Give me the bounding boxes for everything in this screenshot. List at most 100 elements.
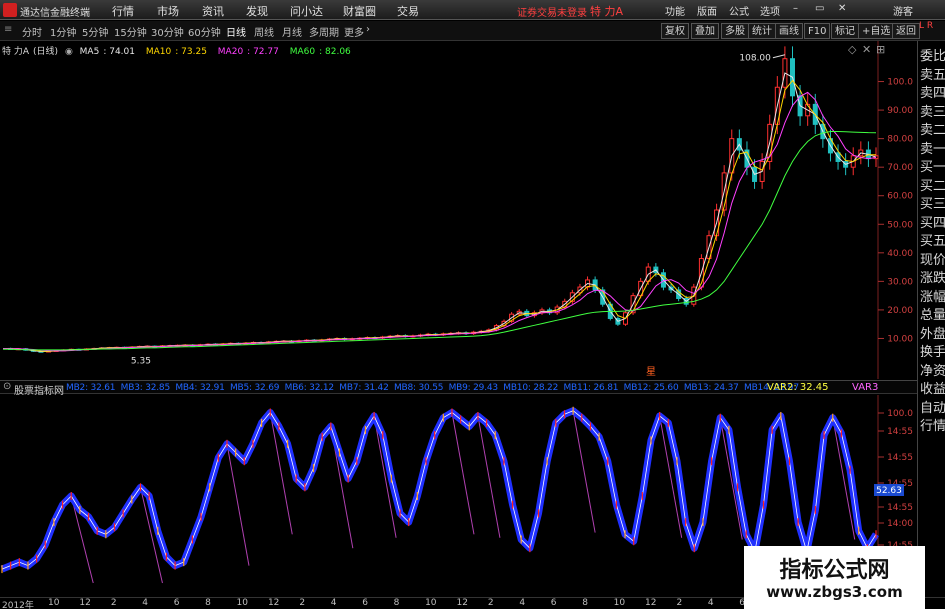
ma60-label: MA60: 82.06 <box>289 47 351 57</box>
ma5-label: MA5: 74.01 <box>79 47 135 57</box>
month-tick-label: 6 <box>362 598 368 608</box>
tab-1min[interactable]: 1分钟 <box>50 24 76 39</box>
quote-field-10: 买五 <box>920 234 945 249</box>
indicator-toggle-icon[interactable]: ⊙ <box>3 381 11 392</box>
indicator-tick-label: 14:55 <box>887 503 913 513</box>
high-price-label: 108.00 <box>739 54 771 64</box>
draw-line-button[interactable]: 画线 <box>775 23 803 39</box>
overlay-button[interactable]: 叠加 <box>691 23 719 39</box>
restore-icon[interactable]: ▭ <box>815 3 824 14</box>
menu-trade[interactable]: 交易 <box>397 3 419 19</box>
indicator-header: ⊙ 股票指标网 MB2: 32.61 MB3: 32.85 MB4: 32.91… <box>0 380 945 397</box>
tab-60min[interactable]: 60分钟 <box>188 24 221 39</box>
trade-login-status[interactable]: 证券交易未登录 <box>517 4 587 19</box>
ma10-line <box>2 79 876 352</box>
tab-weekly[interactable]: 周线 <box>254 24 274 39</box>
tab-intraday[interactable]: 分时 <box>22 24 42 39</box>
quote-field-20[interactable]: 行情 <box>920 415 945 434</box>
menu-discover[interactable]: 发现 <box>246 3 268 19</box>
current-value-label: 52.63 <box>876 486 902 496</box>
guest-label[interactable]: 游客 <box>893 3 913 18</box>
ma20-line <box>2 91 877 352</box>
tab-daily[interactable]: 日线 <box>226 24 246 39</box>
quote-field-15: 外盘 <box>920 326 945 342</box>
menu-layout[interactable]: 版面 <box>697 3 717 18</box>
current-stock-title: 特 力A <box>590 5 624 18</box>
month-tick-label: 8 <box>582 598 588 608</box>
stock-label: 特 力A <box>2 47 30 57</box>
month-tick-label: 12 <box>645 598 657 608</box>
menu-options[interactable]: 选项 <box>760 3 780 18</box>
quote-field-3: 卖三 <box>920 104 945 120</box>
menu-formula[interactable]: 公式 <box>729 3 749 18</box>
price-tick-label: 100.0 <box>887 78 913 88</box>
month-tick-label: 4 <box>330 598 337 608</box>
tab-monthly[interactable]: 月线 <box>282 24 302 39</box>
tab-multi-period[interactable]: 多周期 <box>309 24 339 39</box>
statistics-button[interactable]: 统计 <box>748 23 776 39</box>
watermark-url: www.zbgs3.com <box>766 583 903 601</box>
month-tick-label: 6 <box>550 598 557 608</box>
watermark-title: 指标公式网 <box>779 558 890 583</box>
quote-field-1: 卖五 <box>920 67 945 83</box>
adjust-button[interactable]: 复权 <box>661 23 689 39</box>
menu-ask[interactable]: 问小达 <box>290 3 323 19</box>
f10-button[interactable]: F10 <box>804 23 831 39</box>
event-marker[interactable]: 星 <box>646 366 656 378</box>
app-name: 通达信金融终端 <box>20 8 90 19</box>
price-tick-label: 80.00 <box>887 135 913 145</box>
quote-field-19[interactable]: 自动 <box>920 397 945 416</box>
menu-quotes[interactable]: 行情 <box>112 3 134 19</box>
quote-field-18: 收益 <box>920 382 945 397</box>
tab-15min[interactable]: 15分钟 <box>114 24 147 39</box>
price-tick-label: 20.00 <box>887 306 913 316</box>
settings-icon[interactable]: ◇ <box>848 43 856 56</box>
ma-legend: 特 力A (日线) ◉ MA5: 74.01 MA10: 73.25 MA20: … <box>2 44 359 57</box>
indicator-spike <box>451 412 475 535</box>
quote-field-0: 委比 <box>920 49 945 64</box>
high-pointer <box>772 54 786 59</box>
minimize-icon[interactable]: – <box>793 3 798 14</box>
toolbar-toggle-icon[interactable]: ≡ <box>4 24 12 35</box>
tab-more[interactable]: 更多 <box>344 24 364 39</box>
back-button[interactable]: 返回 <box>892 23 920 39</box>
menu-wealth-circle[interactable]: 财富圈 <box>343 3 376 19</box>
quote-field-4: 卖二 <box>920 123 945 138</box>
ma-toggle-icon[interactable]: ◉ <box>65 47 73 57</box>
multi-stock-button[interactable]: 多股 <box>721 23 749 39</box>
more-chevron-icon[interactable]: › <box>366 24 370 35</box>
menu-market[interactable]: 市场 <box>157 3 179 19</box>
month-tick-label: 8 <box>393 598 400 608</box>
year-label: 2012年 <box>2 601 34 609</box>
month-tick-label: 4 <box>519 598 526 608</box>
menu-function[interactable]: 功能 <box>665 3 685 18</box>
tab-5min[interactable]: 5分钟 <box>82 24 108 39</box>
indicator-tick-label: 14:55 <box>887 453 913 463</box>
price-tick-label: 30.00 <box>887 277 913 287</box>
quote-field-9: 买四 <box>920 215 945 231</box>
tab-30min[interactable]: 30分钟 <box>151 24 184 39</box>
quote-field-14: 总量 <box>920 308 945 323</box>
month-tick-label: 4 <box>707 598 714 608</box>
quote-field-6: 买一 <box>920 160 945 175</box>
price-tick-label: 50.00 <box>887 220 913 230</box>
rcol-top-labels: L R <box>919 21 934 31</box>
price-chart[interactable]: 100.0 90.00 80.00 70.00 60.00 50.00 40.00 30.00… <box>0 41 945 379</box>
close-chart-icon[interactable]: ✕ <box>862 43 871 56</box>
close-icon[interactable]: ✕ <box>838 3 846 14</box>
month-tick-label: 12 <box>79 598 91 608</box>
price-tick-label: 60.00 <box>887 192 913 202</box>
month-tick-label: 8 <box>205 598 211 608</box>
month-tick-label: 10 <box>236 598 248 608</box>
month-tick-label: 10 <box>425 598 437 608</box>
mark-button[interactable]: 标记 <box>831 23 859 39</box>
period-toolbar: ≡ 分时 1分钟 5分钟 15分钟 30分钟 60分钟 日线 周线 月线 多周期… <box>0 21 945 41</box>
ma5-line <box>2 72 877 353</box>
add-favorite-button[interactable]: +自选 <box>858 23 895 39</box>
mb-values: MB2: 32.61 MB3: 32.85 MB4: 32.91 MB5: 32… <box>66 383 799 393</box>
menu-news[interactable]: 资讯 <box>202 3 224 19</box>
zoom-icon[interactable]: ⊞ <box>876 43 885 56</box>
ma10-label: MA10: 73.25 <box>145 47 207 57</box>
quote-field-13: 涨幅 <box>920 289 945 305</box>
month-tick-label: 2 <box>487 598 494 608</box>
